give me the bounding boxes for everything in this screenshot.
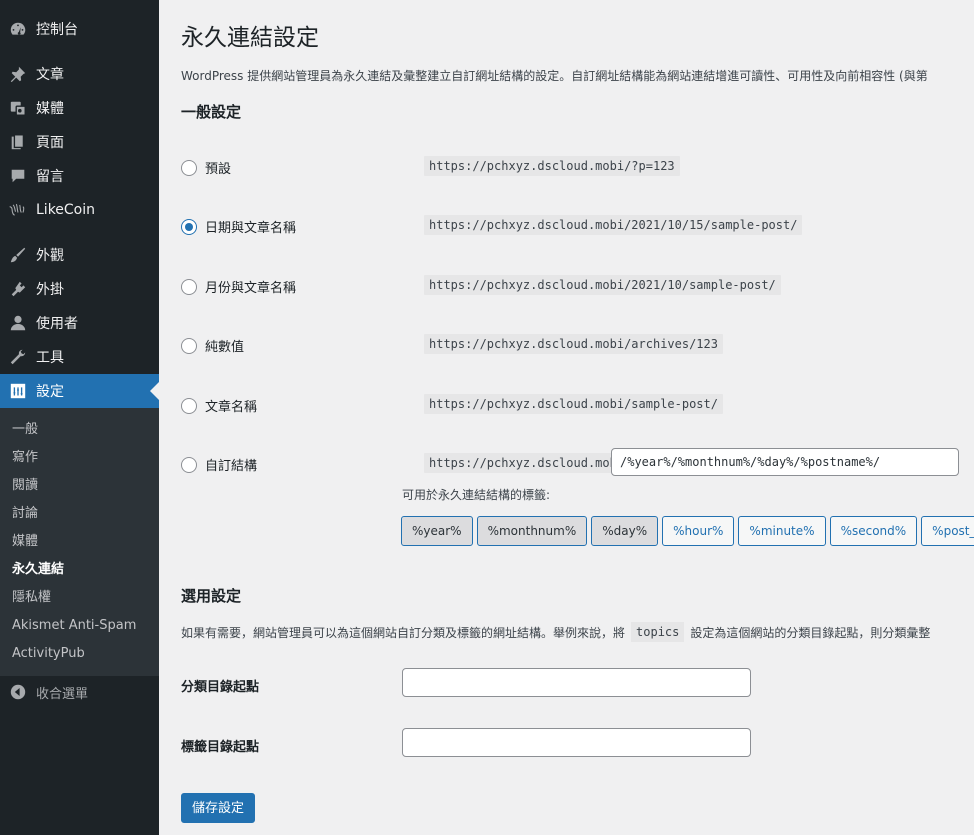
menu-plugins[interactable]: 外掛 [0,272,159,306]
menu-likecoin[interactable]: LikeCoin [0,193,159,227]
menu-posts[interactable]: 文章 [0,57,159,91]
option-month-name-label[interactable]: 月份與文章名稱 [205,277,296,296]
collapse-menu-button[interactable]: 收合選單 [0,675,159,709]
option-numeric-example: https://pchxyz.dscloud.mobi/archives/123 [424,334,723,354]
available-tags-label: 可用於永久連結結構的標籤: [402,488,551,502]
menu-pages-label: 頁面 [36,135,64,151]
wrench-icon [8,347,28,367]
pages-icon [8,132,28,152]
menu-dashboard[interactable]: 控制台 [0,12,159,46]
comment-icon [8,166,28,186]
radio-plain[interactable] [181,160,197,176]
menu-media-label: 媒體 [36,101,64,117]
option-numeric: 純數值 https://pchxyz.dscloud.mobi/archives… [181,334,961,358]
submenu-general[interactable]: 一般 [12,422,38,438]
option-plain-example: https://pchxyz.dscloud.mobi/?p=123 [424,156,680,176]
submenu-privacy[interactable]: 隱私權 [12,590,51,606]
option-custom-label[interactable]: 自訂結構 [205,455,257,474]
option-month-name: 月份與文章名稱 https://pchxyz.dscloud.mobi/2021… [181,275,961,299]
option-post-name: 文章名稱 https://pchxyz.dscloud.mobi/sample-… [181,394,961,418]
settings-icon [8,381,28,401]
menu-media[interactable]: 媒體 [0,91,159,125]
submenu-reading[interactable]: 閱讀 [12,478,38,494]
menu-users-label: 使用者 [36,316,78,332]
option-day-name: 日期與文章名稱 https://pchxyz.dscloud.mobi/2021… [181,215,961,239]
tag-monthnum-button[interactable]: %monthnum% [476,516,588,546]
submenu-discussion[interactable]: 討論 [12,506,38,522]
tag-second-button[interactable]: %second% [829,516,918,546]
radio-month-name[interactable] [181,279,197,295]
menu-comments[interactable]: 留言 [0,159,159,193]
optional-desc-code: topics [631,622,685,642]
radio-day-name[interactable] [181,219,197,235]
radio-post-name[interactable] [181,398,197,414]
option-day-name-example: https://pchxyz.dscloud.mobi/2021/10/15/s… [424,215,803,235]
optional-settings-heading: 選用設定 [181,587,242,605]
menu-tools-label: 工具 [36,350,64,366]
main-content: 永久連結設定 WordPress 提供網站管理員為永久連結及彙整建立自訂網址結構… [159,0,974,835]
menu-dashboard-label: 控制台 [36,22,78,38]
radio-custom[interactable] [181,457,197,473]
tag-base-label: 標籤目錄起點 [181,740,260,755]
optional-description: 如果有需要，網站管理員可以為這個網站自訂分類及標籤的網址結構。舉例來說，將 to… [181,622,930,642]
optional-desc-before: 如果有需要，網站管理員可以為這個網站自訂分類及標籤的網址結構。舉例來說，將 [181,625,626,640]
save-settings-button[interactable]: 儲存設定 [181,793,256,823]
submenu-activitypub[interactable]: ActivityPub [12,646,85,662]
option-plain: 預設 https://pchxyz.dscloud.mobi/?p=123 [181,156,961,180]
option-month-name-example: https://pchxyz.dscloud.mobi/2021/10/samp… [424,275,781,295]
pushpin-icon [8,64,28,84]
tag-minute-button[interactable]: %minute% [738,516,826,546]
radio-numeric[interactable] [181,338,197,354]
menu-appearance[interactable]: 外觀 [0,238,159,272]
menu-comments-label: 留言 [36,169,64,185]
collapse-menu-label: 收合選單 [36,686,89,702]
menu-settings[interactable]: 設定 [0,374,159,408]
settings-submenu: 一般 寫作 閱讀 討論 媒體 永久連結 隱私權 Akismet Anti-Spa… [0,408,159,676]
menu-posts-label: 文章 [36,67,64,83]
dashboard-icon [8,19,28,39]
submenu-akismet[interactable]: Akismet Anti-Spam [12,618,136,634]
admin-sidebar: 控制台 文章 媒體 頁面 留言 LikeCoin 外觀 外掛 使用者 工具 設定… [0,0,159,835]
collapse-arrow-icon [8,682,28,702]
tag-day-button[interactable]: %day% [591,516,659,546]
submenu-writing[interactable]: 寫作 [12,450,38,466]
likecoin-icon [8,200,28,220]
page-title: 永久連結設定 [181,25,319,51]
option-plain-label[interactable]: 預設 [205,158,231,177]
menu-users[interactable]: 使用者 [0,306,159,340]
category-base-input[interactable] [402,668,751,697]
paintbrush-icon [8,245,28,265]
menu-likecoin-label: LikeCoin [36,202,96,218]
common-settings-heading: 一般設定 [181,103,242,121]
tag-post-id-button[interactable]: %post_id% [921,516,974,546]
tag-hour-button[interactable]: %hour% [662,516,735,546]
menu-pages[interactable]: 頁面 [0,125,159,159]
submenu-permalinks[interactable]: 永久連結 [12,562,64,578]
optional-desc-after: 設定為這個網站的分類目錄起點，則分類彙整 [690,625,931,640]
menu-appearance-label: 外觀 [36,248,64,264]
menu-settings-label: 設定 [36,384,64,400]
tag-year-button[interactable]: %year% [401,516,473,546]
user-icon [8,313,28,333]
available-tags: %year% %monthnum% %day% %hour% %minute% … [401,516,974,546]
submenu-media[interactable]: 媒體 [12,534,38,550]
menu-plugins-label: 外掛 [36,282,64,298]
menu-tools[interactable]: 工具 [0,340,159,374]
category-base-label: 分類目錄起點 [181,680,260,695]
tag-base-input[interactable] [402,728,751,757]
option-custom-prefix: https://pchxyz.dscloud.mobi [424,453,630,473]
intro-text: WordPress 提供網站管理員為永久連結及彙整建立自訂網址結構的設定。自訂網… [181,69,928,83]
option-day-name-label[interactable]: 日期與文章名稱 [205,217,296,236]
custom-structure-input[interactable]: /%year%/%monthnum%/%day%/%postname%/ [611,448,959,476]
option-numeric-label[interactable]: 純數值 [205,336,244,355]
option-post-name-label[interactable]: 文章名稱 [205,396,257,415]
media-icon [8,98,28,118]
plugin-icon [8,279,28,299]
option-post-name-example: https://pchxyz.dscloud.mobi/sample-post/ [424,394,723,414]
